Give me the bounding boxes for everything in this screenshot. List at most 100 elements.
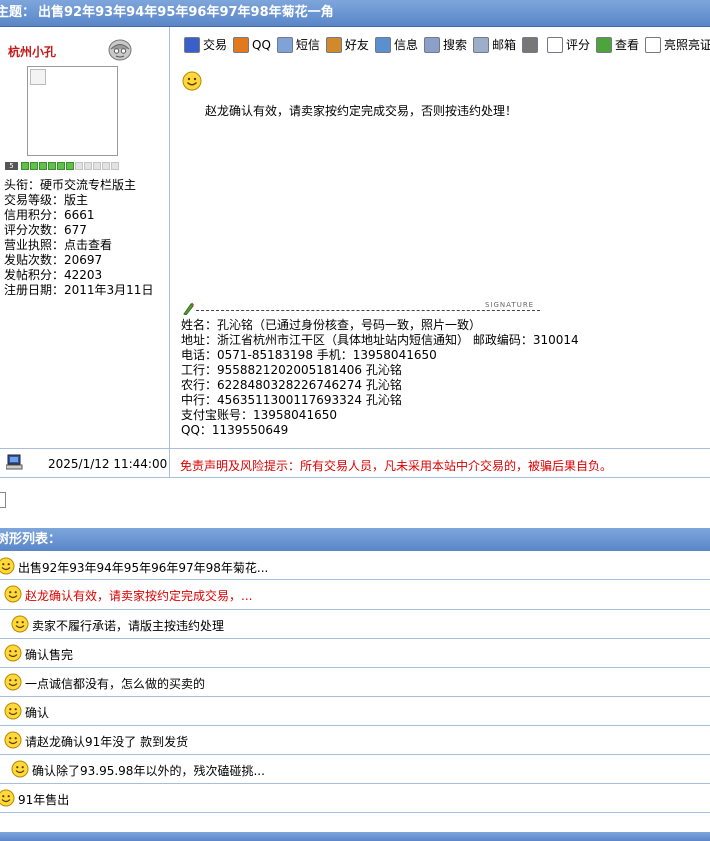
- toolbar-qq-button[interactable]: QQ: [233, 36, 271, 53]
- toolbar-info-button[interactable]: 信息: [374, 36, 418, 53]
- note-icon: [521, 36, 538, 53]
- author-stat[interactable]: 营业执照：点击查看: [4, 238, 153, 253]
- thread-item-link[interactable]: 确认售完: [25, 646, 73, 663]
- mail-icon: [472, 36, 489, 53]
- topic-title-bar: 主题： 出售92年93年94年95年96年97年98年菊花一角: [0, 0, 710, 27]
- toolbar-label: 短信: [295, 38, 320, 52]
- post-message: 赵龙确认有效，请卖家按约定完成交易，否则按违约处理！: [205, 104, 518, 118]
- thread-item[interactable]: 请赵龙确认91年没了 款到发货: [0, 726, 710, 755]
- thread-list-title: 树形列表：: [0, 532, 62, 547]
- license-icon: [645, 36, 662, 53]
- signature-line: 支付宝账号：13958041650: [181, 408, 337, 422]
- author-stat: 信用积分：6661: [4, 208, 95, 222]
- trade-icon: [184, 36, 200, 53]
- toolbar-trade-button[interactable]: 交易: [184, 36, 227, 53]
- author-name-link[interactable]: 杭州小孔: [8, 43, 56, 60]
- level-badge: 5: [5, 162, 18, 170]
- computer-icon: [6, 454, 23, 470]
- avatar: [27, 66, 118, 156]
- level-segment: [30, 162, 38, 170]
- thread-item[interactable]: 确认: [0, 697, 710, 726]
- smiley-icon: [4, 644, 22, 662]
- toolbar-view-button[interactable]: 查看: [596, 36, 639, 53]
- thread-item[interactable]: 91年售出: [0, 784, 710, 813]
- smiley-icon: [4, 673, 22, 691]
- post-content: 交易 QQ 短信 好友 信息 搜索 邮箱 评分 查看 亮照亮证 赵龙确认有效，请卖家按约定完成交易…: [170, 27, 710, 448]
- signature-line: QQ：1139550649: [181, 423, 289, 437]
- toolbar-label: 信息: [393, 38, 418, 52]
- checkbox[interactable]: [0, 492, 6, 508]
- smiley-icon: [4, 731, 22, 749]
- thread-item-link[interactable]: 赵龙确认有效，请卖家按约定完成交易，...: [25, 587, 252, 604]
- level-segment: [39, 162, 47, 170]
- toolbar-label: QQ: [252, 37, 271, 52]
- thread-item-link[interactable]: 确认: [25, 704, 49, 721]
- level-segment: [84, 162, 92, 170]
- offline-status-icon: [108, 39, 132, 61]
- thread-item-link[interactable]: 91年售出: [18, 791, 69, 808]
- pen-icon: [183, 302, 194, 315]
- toolbar-label: 亮照亮证: [664, 38, 710, 52]
- thread-item[interactable]: 确认除了93.95.98年以外的，残次磕碰挑...: [0, 755, 710, 784]
- author-stat: 评分次数：677: [4, 223, 87, 237]
- topic-title: 出售92年93年94年95年96年97年98年菊花一角: [38, 5, 334, 20]
- thread-item-link[interactable]: 出售92年93年94年95年96年97年98年菊花...: [18, 559, 268, 576]
- smiley-icon: [4, 585, 22, 603]
- level-segment: [66, 162, 74, 170]
- rate-icon: [546, 36, 563, 53]
- author-stat: 头衔：硬币交流专栏版主: [4, 178, 137, 192]
- author-stat: 交易等级：版主: [4, 193, 89, 207]
- author-stat: 注册日期：2011年3月11日: [4, 283, 154, 297]
- toolbar-label: 搜索: [442, 38, 467, 52]
- author-stat: 发帖积分：42203: [4, 268, 103, 282]
- signature-line: 电话：0571-85183198 手机：13958041650: [181, 348, 437, 362]
- thread-item-link[interactable]: 一点诚信都没有，怎么做的买卖的: [25, 675, 205, 692]
- toolbar-label: 交易: [203, 38, 228, 52]
- smiley-icon: [11, 615, 29, 633]
- thread-item[interactable]: 卖家不履行承诺，请版主按违约处理: [0, 610, 710, 639]
- signature-line: 地址：浙江省杭州市江干区（具体地址站内短信通知） 邮政编码：310014: [181, 333, 579, 347]
- smiley-icon: [11, 760, 29, 778]
- level-segment: [111, 162, 119, 170]
- toolbar-label: 邮箱: [491, 38, 516, 52]
- signature: 姓名：孔沁铭（已通过身份核查，号码一致，照片一致） 地址：浙江省杭州市江干区（具体…: [181, 318, 579, 438]
- toolbar-search-button[interactable]: 搜索: [423, 36, 467, 53]
- author-stat: 发贴次数：20697: [4, 253, 103, 267]
- level-segment: [93, 162, 101, 170]
- level-bar: [21, 162, 119, 170]
- signature-divider: SIGNATURE: [182, 301, 542, 315]
- bottom-bar: [0, 832, 710, 841]
- topic-title-prefix: 主题：: [0, 5, 36, 20]
- thread-item[interactable]: 确认售完: [0, 639, 710, 668]
- toolbar-label: 评分: [565, 38, 590, 52]
- thread-item[interactable]: 一点诚信都没有，怎么做的买卖的: [0, 668, 710, 697]
- thread-item-link[interactable]: 请赵龙确认91年没了 款到发货: [25, 733, 188, 750]
- broken-image-icon: [30, 69, 46, 85]
- post-date: 2025/1/12 11:44:00: [48, 457, 168, 471]
- thread-item[interactable]: 赵龙确认有效，请卖家按约定完成交易，...: [0, 580, 710, 610]
- author-stats: 头衔：硬币交流专栏版主 交易等级：版主 信用积分：6661 评分次数：677 营业执照：…: [4, 178, 153, 298]
- post: 杭州小孔 5 头衔：硬币交流专栏版主 交易等级：版主 信用积分：6661 评分次数：6…: [0, 27, 710, 449]
- toolbar-license-button[interactable]: 亮照亮证: [645, 36, 710, 53]
- thread-item-link[interactable]: 确认除了93.95.98年以外的，残次磕碰挑...: [32, 762, 265, 779]
- thread-list: 出售92年93年94年95年96年97年98年菊花... 赵龙确认有效，请卖家按约…: [0, 552, 710, 813]
- level-segment: [75, 162, 83, 170]
- signature-line: 中行：4563511300117693324 孔沁铭: [181, 393, 402, 407]
- post-footer: 2025/1/12 11:44:00 免责声明及风险提示：所有交易人员，凡未采用…: [0, 449, 710, 478]
- view-icon: [596, 36, 612, 53]
- toolbar-mail-button[interactable]: 邮箱: [472, 36, 516, 53]
- qq-icon: [233, 36, 250, 53]
- thread-item-link[interactable]: 卖家不履行承诺，请版主按违约处理: [32, 617, 224, 634]
- toolbar-friends-button[interactable]: 好友: [325, 36, 369, 53]
- smiley-icon: [4, 702, 22, 720]
- author-sidebar: 杭州小孔 5 头衔：硬币交流专栏版主 交易等级：版主 信用积分：6661 评分次数：6…: [0, 27, 170, 448]
- thread-list-header: 树形列表：: [0, 528, 710, 551]
- toolbar-note-button[interactable]: [521, 36, 541, 53]
- smiley-icon: [0, 557, 15, 575]
- toolbar-message-button[interactable]: 短信: [276, 36, 320, 53]
- signature-label: SIGNATURE: [485, 301, 535, 309]
- signature-line: 农行：6228480328226746274 孔沁铭: [181, 378, 402, 392]
- info-icon: [374, 36, 391, 53]
- toolbar-rate-button[interactable]: 评分: [546, 36, 590, 53]
- thread-item[interactable]: 出售92年93年94年95年96年97年98年菊花...: [0, 552, 710, 580]
